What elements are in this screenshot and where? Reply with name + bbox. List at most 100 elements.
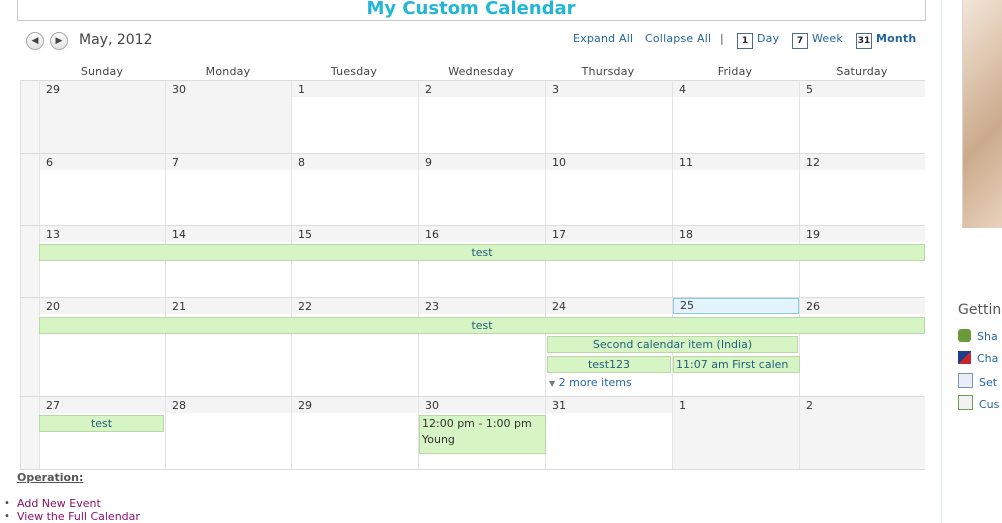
day-view-link[interactable]: Day — [757, 32, 779, 45]
event-bar[interactable]: Second calendar item (India) — [547, 336, 798, 353]
day-number[interactable]: 8 — [292, 154, 418, 170]
day-number[interactable]: 5 — [800, 81, 925, 97]
day-cell[interactable]: 1 — [672, 397, 799, 470]
day-cell[interactable]: 9 — [418, 154, 545, 225]
event-bar[interactable]: test — [39, 244, 925, 261]
getting-started-item[interactable]: Sha — [958, 329, 998, 343]
day-cell[interactable]: 2 — [418, 81, 545, 153]
day-number[interactable]: 20 — [40, 298, 165, 314]
day-cell[interactable]: 1 — [291, 81, 418, 153]
day-number[interactable]: 10 — [546, 154, 672, 170]
day-cell[interactable]: 8 — [291, 154, 418, 225]
day-number[interactable]: 15 — [292, 226, 418, 242]
day-cell[interactable]: 15 — [291, 226, 418, 297]
grid-bottom-border — [20, 469, 925, 470]
day-cell[interactable]: 18 — [672, 226, 799, 297]
toolbar-separator: | — [720, 32, 724, 45]
day-number[interactable]: 30 — [166, 81, 291, 97]
month-label: May, 2012 — [79, 32, 153, 48]
day-number[interactable]: 24 — [546, 298, 672, 314]
day-cell[interactable]: 21 — [165, 298, 291, 396]
weekday-header: Tuesday — [330, 65, 378, 78]
day-number[interactable]: 16 — [419, 226, 545, 242]
month-view-link[interactable]: Month — [876, 32, 916, 45]
day-cell[interactable]: 12 — [799, 154, 925, 225]
day-cell[interactable]: 19 — [799, 226, 925, 297]
day-cell[interactable]: 30 — [165, 81, 291, 153]
operation-label: Operation: — [17, 471, 84, 484]
day-cell[interactable]: 10 — [545, 154, 672, 225]
day-cell[interactable]: 13 — [39, 226, 165, 297]
settings-icon — [958, 373, 973, 388]
day-number[interactable]: 31 — [546, 397, 672, 413]
day-cell[interactable]: 2 — [799, 397, 925, 470]
calendar-title: My Custom Calendar — [366, 0, 576, 19]
day-number[interactable]: 6 — [40, 154, 165, 170]
day-cell[interactable]: 20 — [39, 298, 165, 396]
day-cell[interactable]: 29 — [39, 81, 165, 153]
day-view-icon[interactable]: 1 — [737, 33, 753, 49]
day-number[interactable]: 7 — [166, 154, 291, 170]
day-number[interactable]: 28 — [166, 397, 291, 413]
day-cell[interactable]: 23 — [418, 298, 545, 396]
day-cell[interactable]: 11 — [672, 154, 799, 225]
day-number[interactable]: 23 — [419, 298, 545, 314]
today-day-number[interactable]: 25 — [673, 298, 799, 314]
day-cell[interactable]: 28 — [165, 397, 291, 470]
day-cell[interactable]: 17 — [545, 226, 672, 297]
arrow-right-icon[interactable]: ▶ — [50, 32, 68, 50]
day-cell[interactable]: 29 — [291, 397, 418, 470]
day-number[interactable]: 3 — [546, 81, 672, 97]
event-bar[interactable]: test123 — [547, 356, 671, 373]
weekday-header: Saturday — [836, 65, 888, 78]
arrow-left-icon[interactable]: ◀ — [26, 32, 44, 50]
day-number[interactable]: 19 — [800, 226, 925, 242]
getting-started-item[interactable]: Cha — [958, 351, 998, 365]
expand-all-link[interactable]: Expand All — [573, 32, 633, 45]
event-bar[interactable]: test — [39, 415, 164, 432]
day-cell[interactable]: 16 — [418, 226, 545, 297]
day-number[interactable]: 12 — [800, 154, 925, 170]
day-cell[interactable]: 31 — [545, 397, 672, 470]
day-number[interactable]: 21 — [166, 298, 291, 314]
event-bar[interactable]: 11:07 am First calen — [673, 356, 800, 373]
day-number[interactable]: 2 — [800, 397, 925, 413]
day-number[interactable]: 18 — [673, 226, 799, 242]
day-number[interactable]: 27 — [40, 397, 165, 413]
view-full-calendar-link[interactable]: View the Full Calendar — [17, 510, 140, 523]
day-number[interactable]: 29 — [292, 397, 418, 413]
day-number[interactable]: 9 — [419, 154, 545, 170]
week-view-link[interactable]: Week — [812, 32, 843, 45]
more-items-link[interactable]: ▼ 2 more items — [549, 376, 632, 389]
day-cell[interactable]: 6 — [39, 154, 165, 225]
collapse-all-link[interactable]: Collapse All — [645, 32, 711, 45]
day-number[interactable]: 29 — [40, 81, 165, 97]
day-number[interactable]: 11 — [673, 154, 799, 170]
day-number[interactable]: 14 — [166, 226, 291, 242]
day-number[interactable]: 2 — [419, 81, 545, 97]
day-number[interactable]: 22 — [292, 298, 418, 314]
day-cell[interactable]: 5 — [799, 81, 925, 153]
getting-started-item[interactable]: Set — [958, 373, 997, 389]
day-cell[interactable]: 3 — [545, 81, 672, 153]
event-bar[interactable]: test — [39, 317, 925, 334]
day-cell[interactable]: 7 — [165, 154, 291, 225]
add-new-event-link[interactable]: Add New Event — [17, 497, 101, 510]
day-cell[interactable]: 14 — [165, 226, 291, 297]
day-number[interactable]: 30 — [419, 397, 545, 413]
day-number[interactable]: 1 — [292, 81, 418, 97]
month-view-icon[interactable]: 31 — [856, 33, 872, 49]
bullet: • — [4, 511, 10, 522]
day-number[interactable]: 1 — [673, 397, 799, 413]
day-number[interactable]: 26 — [800, 298, 925, 314]
day-cell[interactable]: 4 — [672, 81, 799, 153]
day-number[interactable]: 4 — [673, 81, 799, 97]
day-cell[interactable]: 27 — [39, 397, 165, 470]
event-block[interactable]: 12:00 pm - 1:00 pm Young — [419, 415, 546, 454]
week-view-icon[interactable]: 7 — [792, 33, 808, 49]
day-cell[interactable]: 26 — [799, 298, 925, 396]
day-cell[interactable]: 22 — [291, 298, 418, 396]
getting-started-item[interactable]: Cus — [958, 395, 999, 411]
day-number[interactable]: 17 — [546, 226, 672, 242]
day-number[interactable]: 13 — [40, 226, 165, 242]
